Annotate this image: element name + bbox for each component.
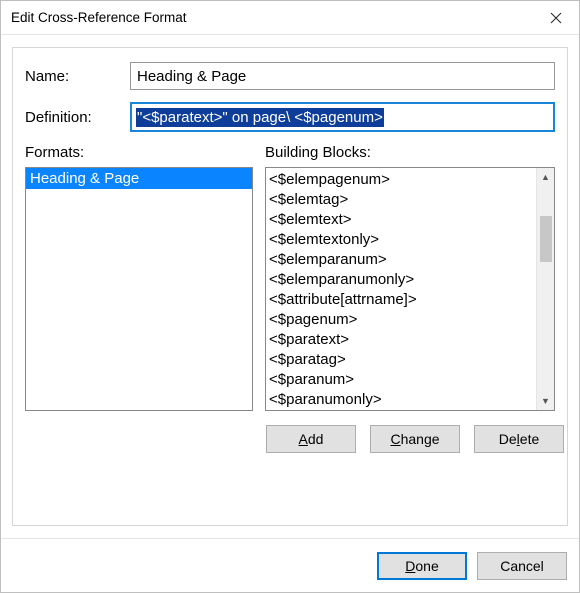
scroll-down-button[interactable]: ▼ [537, 392, 555, 410]
scroll-track[interactable] [537, 186, 554, 392]
dialog-footer: Done Cancel [1, 538, 579, 592]
title-bar: Edit Cross-Reference Format [1, 1, 579, 35]
done-button[interactable]: Done [377, 552, 467, 580]
close-icon [550, 12, 562, 24]
list-item[interactable]: <$elemtext> [269, 210, 533, 230]
list-item[interactable]: <$elemparanumonly> [269, 270, 533, 290]
formats-column: Formats: Heading & Page [25, 144, 253, 411]
name-row: Name: [25, 62, 555, 90]
building-blocks-column: Building Blocks: <$elempagenum><$elemtag… [265, 144, 555, 411]
list-item[interactable]: <$elemtag> [269, 190, 533, 210]
list-item[interactable]: <$paranumonly> [269, 390, 533, 410]
dialog-title: Edit Cross-Reference Format [11, 10, 533, 25]
name-label: Name: [25, 68, 130, 85]
building-blocks-label: Building Blocks: [265, 144, 555, 161]
building-blocks-items: <$elempagenum><$elemtag><$elemtext><$ele… [266, 168, 536, 410]
definition-input[interactable]: "<$paratext>" on page\ <$pagenum> [130, 102, 555, 132]
add-button[interactable]: Add [266, 425, 356, 453]
list-item[interactable]: <$paratext> [269, 330, 533, 350]
scroll-up-button[interactable]: ▲ [537, 168, 555, 186]
name-input[interactable] [130, 62, 555, 90]
close-button[interactable] [533, 1, 579, 34]
list-item[interactable]: <$paranum> [269, 370, 533, 390]
formats-label: Formats: [25, 144, 253, 161]
list-item[interactable]: <$elemparanum> [269, 250, 533, 270]
formats-listbox[interactable]: Heading & Page [25, 167, 253, 411]
scrollbar[interactable]: ▲ ▼ [536, 168, 554, 410]
building-blocks-listbox[interactable]: <$elempagenum><$elemtag><$elemtext><$ele… [265, 167, 555, 411]
definition-row: Definition: "<$paratext>" on page\ <$pag… [25, 102, 555, 132]
list-item[interactable]: Heading & Page [26, 168, 252, 189]
list-item[interactable]: <$elemtextonly> [269, 230, 533, 250]
lists-row: Formats: Heading & Page Building Blocks:… [25, 144, 555, 411]
change-button[interactable]: Change [370, 425, 460, 453]
content-panel: Name: Definition: "<$paratext>" on page\… [12, 47, 568, 526]
list-item[interactable]: <$pagenum> [269, 310, 533, 330]
list-item[interactable]: <$attribute[attrname]> [269, 290, 533, 310]
cancel-button[interactable]: Cancel [477, 552, 567, 580]
list-item[interactable]: <$elempagenum> [269, 170, 533, 190]
definition-selected-text: "<$paratext>" on page\ <$pagenum> [136, 108, 384, 127]
delete-button[interactable]: Delete [474, 425, 564, 453]
definition-label: Definition: [25, 109, 130, 126]
list-item[interactable]: <$paratag> [269, 350, 533, 370]
action-button-row: Add Change Delete [266, 425, 555, 453]
scroll-thumb[interactable] [540, 216, 552, 262]
